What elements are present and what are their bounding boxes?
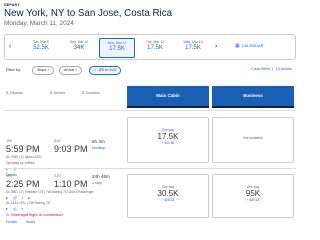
date-label: Wed, Mar 13 bbox=[183, 40, 203, 44]
date-option-selected[interactable]: Mon, Mar 11 17.5K bbox=[99, 38, 135, 58]
business-fare[interactable]: One way 95K + $28.18 bbox=[212, 174, 294, 218]
main-cabin-header[interactable]: Main Cabin bbox=[127, 86, 209, 108]
arrives-header[interactable]: ⇅ Arrives bbox=[50, 91, 65, 95]
overnight-warning: ⚠ Overnight flight or connection bbox=[6, 212, 63, 217]
date-price: 17.5K bbox=[147, 45, 163, 51]
airport-filter-chip[interactable]: ✓ JFK to SJO bbox=[89, 66, 122, 75]
fare-miles: 17.5K bbox=[157, 132, 179, 141]
chevron-left-icon[interactable]: ‹ bbox=[9, 43, 11, 50]
arrival-filter[interactable]: Arrival ˅ bbox=[59, 66, 83, 75]
fare-taxes: + $20.88 bbox=[161, 141, 175, 145]
date-selector: ‹ Sat, Mar 9 52.5K Sun, Mar 10 34K Mon, … bbox=[4, 34, 296, 60]
overnight-text: Overnight flight or connection bbox=[10, 212, 63, 217]
seats-link[interactable]: Seats bbox=[26, 220, 35, 224]
arrival-filter-label: Arrival bbox=[64, 68, 75, 72]
business-header[interactable]: Business bbox=[212, 86, 294, 108]
stops-filter[interactable]: Stops ˅ bbox=[32, 66, 55, 75]
chevron-right-icon[interactable]: › bbox=[215, 43, 217, 50]
arrive-airport: SJO bbox=[54, 139, 61, 143]
fare-taxes: + $28.18 bbox=[161, 198, 175, 202]
date-option[interactable]: Wed, Mar 13 17.5K bbox=[175, 38, 211, 58]
amenities-icons: ▸ ◎ ▪ ▸ bbox=[6, 195, 33, 200]
depart-airport: JFK bbox=[6, 139, 13, 143]
not-available: Not available bbox=[243, 136, 263, 140]
stops-info[interactable]: 1 stop bbox=[92, 181, 102, 185]
page-subtitle: Monday, March 11, 2024 bbox=[4, 20, 74, 27]
date-price: 17.5K bbox=[109, 46, 125, 52]
date-price: 52.5K bbox=[33, 45, 49, 51]
date-price: 17.5K bbox=[185, 45, 201, 51]
clear-filters[interactable]: Clear filters | 13 results bbox=[251, 67, 292, 71]
amenities-icons: ▸ ◎ ▪ bbox=[6, 206, 26, 211]
date-label: Tue, Mar 12 bbox=[145, 40, 165, 44]
operated-by: Operated by JetBlue bbox=[6, 161, 36, 165]
clear-filters-label: Clear filters bbox=[251, 67, 271, 71]
date-option[interactable]: Sat, Mar 9 52.5K bbox=[23, 38, 59, 58]
flight-duration: 5h 4m bbox=[92, 139, 105, 144]
flight-info: DL 7955 | 3 | Airbus A321 bbox=[6, 155, 42, 159]
arrive-airport: SJO bbox=[54, 174, 61, 178]
duration-header[interactable]: ⇅ Duration bbox=[82, 91, 100, 95]
arrives-header-label: Arrives bbox=[53, 91, 65, 95]
duration-header-label: Duration bbox=[86, 91, 100, 95]
fare-taxes: + $28.18 bbox=[246, 198, 260, 202]
details-link[interactable]: Details bbox=[6, 220, 17, 224]
date-label: Mon, Mar 11 bbox=[107, 41, 127, 45]
flight-info-2: DL 1434 | ATL | 738 Boeing 737 bbox=[6, 201, 51, 205]
depart-time: 5:59 PM bbox=[6, 144, 40, 154]
business-fare: Not available bbox=[212, 117, 294, 163]
calendar-label: CALENDAR bbox=[241, 43, 264, 48]
flight-info: DL 5961 | 2 | Embraer 175 | 766 Boeing 7… bbox=[6, 190, 94, 194]
depart-label: DEPART bbox=[4, 3, 20, 7]
depart-airport: JFK bbox=[6, 174, 13, 178]
airport-filter-label: JFK to SJO bbox=[98, 68, 117, 72]
date-option[interactable]: Tue, Mar 12 17.5K bbox=[137, 38, 173, 58]
arrive-time: 1:10 PM bbox=[54, 179, 88, 189]
stops-filter-label: Stops bbox=[37, 68, 47, 72]
main-cabin-fare[interactable]: One way 30.5K + $28.18 bbox=[127, 174, 209, 218]
calendar-button[interactable]: ▦ CALENDAR bbox=[235, 43, 264, 49]
date-label: Sun, Mar 10 bbox=[69, 40, 89, 44]
arrive-time: 9:03 PM bbox=[54, 144, 88, 154]
filter-label: Filter by: bbox=[6, 67, 22, 72]
date-price: 34K bbox=[73, 45, 85, 51]
depart-time: 2:25 PM bbox=[6, 179, 40, 189]
fare-miles: 95K bbox=[245, 189, 261, 198]
filter-bar: Filter by: Stops ˅ Arrival ˅ ✓ JFK to SJ… bbox=[4, 66, 296, 76]
results-count: 13 results bbox=[275, 67, 292, 71]
date-label: Sat, Mar 9 bbox=[33, 40, 49, 44]
main-cabin-fare[interactable]: One way 17.5K + $20.88 bbox=[127, 117, 209, 163]
page-title: New York, NY to San Jose, Costa Rica bbox=[4, 8, 173, 19]
departs-header[interactable]: ⇅ Departs bbox=[6, 91, 23, 95]
date-option[interactable]: Sun, Mar 10 34K bbox=[61, 38, 97, 58]
calendar-icon: ▦ bbox=[235, 43, 240, 49]
fare-miles: 30.5K bbox=[157, 189, 179, 198]
flight-duration: 24h 45m bbox=[92, 174, 110, 179]
departs-header-label: Departs bbox=[10, 91, 23, 95]
stops-info[interactable]: Nonstop bbox=[92, 146, 105, 150]
